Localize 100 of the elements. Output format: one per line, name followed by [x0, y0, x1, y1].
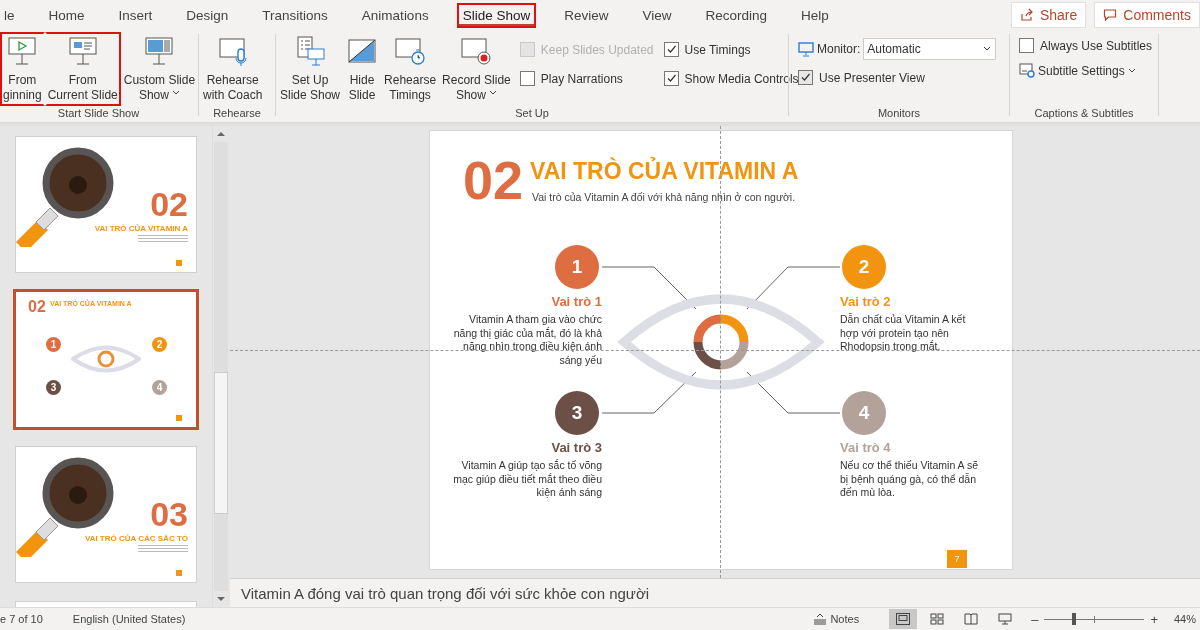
- monitor-icon: [798, 41, 814, 57]
- scroll-down-icon[interactable]: [216, 595, 226, 603]
- number-badge: 2: [152, 337, 167, 352]
- number-badge: 3: [46, 380, 61, 395]
- section-number: 02: [463, 153, 524, 207]
- microphone-screen-icon: [216, 35, 249, 67]
- ribbon-button[interactable]: Custom Slide Show: [120, 32, 199, 106]
- ribbon-tab[interactable]: Design: [180, 2, 235, 28]
- role-description: Vitamin A tham gia vào chức năng thị giác của mắt, đó là khả năng nhìn trong điều kiện ánh sáng yếu: [452, 313, 602, 367]
- ribbon-tab[interactable]: Review: [558, 2, 615, 28]
- number-badge: 4: [152, 380, 167, 395]
- checkbox[interactable]: [663, 71, 679, 86]
- notes-button[interactable]: Notes: [807, 612, 866, 626]
- page-number: 7: [947, 550, 967, 568]
- zoom-percent[interactable]: 44%: [1173, 613, 1196, 625]
- custom-show-icon: [143, 35, 176, 67]
- scroll-up-icon[interactable]: [216, 130, 226, 138]
- ribbon-button[interactable]: From ginning: [0, 32, 45, 106]
- ribbon-tab[interactable]: Slide Show: [456, 2, 537, 28]
- checkbox-option[interactable]: Show Media Controls: [663, 71, 799, 86]
- group-label: Rehearse: [212, 107, 262, 121]
- checkbox[interactable]: [1019, 38, 1034, 53]
- page-number-box: [176, 415, 182, 421]
- language-label[interactable]: English (United States): [72, 613, 186, 625]
- thumbnail-title: VAI TRÒ CỦA CÁC SẮC TỐ: [84, 534, 188, 543]
- ribbon-tab[interactable]: View: [636, 2, 678, 28]
- checkbox[interactable]: [519, 71, 535, 86]
- caret-icon: [1127, 67, 1136, 74]
- number-badge: 3: [555, 391, 599, 435]
- scrollbar[interactable]: [212, 126, 229, 607]
- number-badge: 1: [46, 337, 61, 352]
- group-label: Captions & Subtitles: [1033, 107, 1135, 121]
- check-icon: [800, 72, 811, 83]
- slide-subtitle: Vai trò của Vitamin A đối với khả năng nhìn ở con người.: [532, 191, 796, 203]
- grid-view-icon: [930, 613, 945, 625]
- subtitle-settings-button[interactable]: Subtitle Settings: [1019, 63, 1136, 78]
- section-number: 03: [150, 495, 188, 534]
- role-description: Vitamin A giúp tạo sắc tố võng mạc giúp điều tiết mắt theo điều kiện ánh sáng: [452, 459, 602, 500]
- thumbnail-title: VAI TRÒ CỦA VITAMIN A: [94, 224, 188, 233]
- ribbon-tab[interactable]: Animations: [355, 2, 435, 28]
- ribbon-button[interactable]: Rehearse Timings: [381, 32, 440, 106]
- section-number: 02: [28, 298, 46, 316]
- subtitle-gear-icon: [1019, 63, 1035, 78]
- monitor-dropdown[interactable]: Automatic: [863, 38, 997, 60]
- zoom-in-button[interactable]: +: [1150, 611, 1158, 627]
- share-icon: [1019, 8, 1034, 22]
- number-badge: 2: [842, 245, 886, 289]
- share-button[interactable]: Share: [1010, 2, 1087, 28]
- checkbox-option[interactable]: Use Presenter View: [798, 70, 925, 85]
- ribbon-tab[interactable]: Recording: [699, 2, 774, 28]
- ribbon-button[interactable]: Record Slide Show: [439, 32, 514, 106]
- zoom-out-button[interactable]: –: [1031, 611, 1039, 627]
- role-description: Nếu cơ thể thiếu Vitamin A sẽ bị bệnh quáng gà, có thể dẫn đến mù lòa.: [840, 459, 980, 500]
- ribbon-button[interactable]: Rehearse with Coach: [200, 32, 266, 106]
- slide-screen-icon: [66, 35, 99, 67]
- normal-view-icon: [896, 613, 911, 625]
- role-description: Dẫn chất của Vitamin A kết hợp với protein tạo nên Rhodopsin trong mắt.: [840, 313, 967, 354]
- number-badge: 1: [555, 245, 599, 289]
- check-icon: [665, 44, 677, 55]
- record-screen-icon: [460, 35, 493, 67]
- group-label: Set Up: [514, 107, 550, 121]
- play-screen-icon: [6, 35, 39, 67]
- comment-icon: [1103, 8, 1118, 22]
- checkbox-option[interactable]: Always Use Subtitles: [1019, 38, 1153, 53]
- caret-icon: [983, 46, 992, 52]
- checkbox-option[interactable]: Play Narrations: [519, 71, 654, 86]
- slide-counter: e 7 of 10: [0, 613, 43, 625]
- monitor-label: Monitor:: [817, 42, 861, 56]
- ribbon-tab[interactable]: Insert: [112, 2, 159, 28]
- ribbon-button[interactable]: Hide Slide: [343, 32, 382, 106]
- scroll-thumb[interactable]: [214, 372, 228, 514]
- number-badge: 4: [842, 391, 886, 435]
- role-heading: Vai trò 3: [550, 440, 602, 455]
- slide-setup-icon: [294, 35, 326, 67]
- group-label: Monitors: [876, 107, 922, 121]
- presenter-view-icon: [998, 613, 1013, 625]
- ribbon-tab[interactable]: le: [0, 2, 21, 28]
- ribbon-tab[interactable]: Help: [795, 2, 835, 28]
- check-icon: [665, 73, 677, 84]
- ribbon-button[interactable]: From Current Slide: [44, 32, 121, 106]
- role-heading: Vai trò 2: [840, 294, 892, 309]
- page-number-box: [176, 260, 182, 266]
- slide-title: VAI TRÒ CỦA VITAMIN A: [530, 158, 799, 185]
- checkbox-option[interactable]: Use Timings: [663, 42, 799, 57]
- ribbon-tab[interactable]: Transitions: [256, 2, 334, 28]
- page-number-box: [176, 570, 182, 576]
- view-button[interactable]: [889, 609, 918, 629]
- role-heading: Vai trò 1: [550, 294, 602, 309]
- timer-screen-icon: [394, 35, 427, 67]
- checkbox[interactable]: [663, 42, 679, 57]
- group-label: Start Slide Show: [56, 107, 141, 121]
- section-number: 02: [150, 185, 188, 224]
- ribbon-button[interactable]: Set Up Slide Show: [277, 32, 344, 106]
- comments-button[interactable]: Comments: [1094, 2, 1200, 28]
- book-view-icon: [964, 613, 979, 625]
- zoom-slider[interactable]: [1044, 612, 1145, 626]
- notes-icon: [813, 613, 828, 625]
- ribbon-tab[interactable]: Home: [42, 2, 91, 28]
- checkbox[interactable]: [798, 70, 813, 85]
- role-heading: Vai trò 4: [840, 440, 892, 455]
